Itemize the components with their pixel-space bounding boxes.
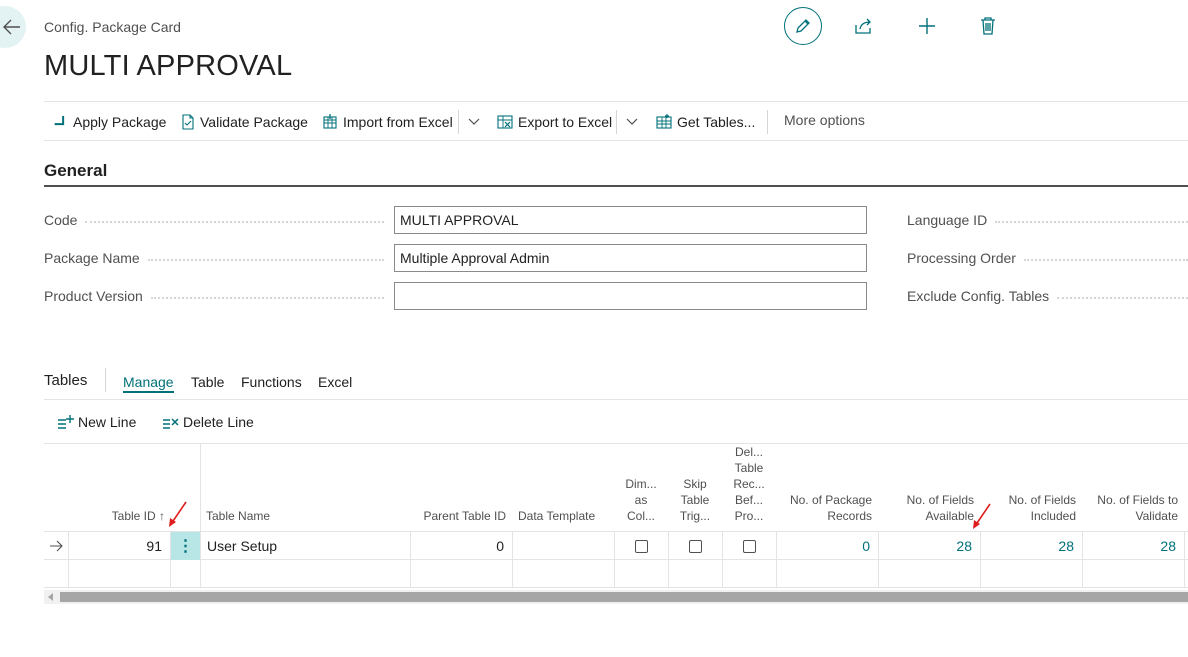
tab-table[interactable]: Table <box>191 374 224 390</box>
col-header-no-fields-included[interactable]: No. of Fields Included <box>980 444 1082 531</box>
actionbar-top-border <box>44 101 1188 102</box>
chevron-down-icon <box>626 118 638 125</box>
general-section-title[interactable]: General <box>44 161 107 181</box>
edit-button[interactable] <box>784 7 822 45</box>
trash-icon <box>981 17 995 35</box>
new-line-icon <box>58 415 74 429</box>
language-id-label: Language ID <box>907 212 1188 228</box>
separator <box>616 110 617 134</box>
skip-table-trig-checkbox[interactable] <box>688 539 702 553</box>
delete-line-icon <box>163 418 179 429</box>
import-excel-icon <box>323 114 337 129</box>
import-from-excel-button[interactable]: Import from Excel <box>322 112 453 132</box>
grid-line <box>200 444 201 588</box>
export-options-dropdown[interactable] <box>624 112 640 132</box>
col-header-del-table-rec[interactable]: Del... Table Rec... Bef... Pro... <box>722 444 776 531</box>
product-version-label: Product Version <box>44 288 384 304</box>
separator <box>458 110 459 134</box>
grid-line <box>44 587 1188 588</box>
col-header-table-id[interactable]: Table ID ↑ <box>68 444 171 531</box>
dim-as-col-cell[interactable] <box>614 532 668 560</box>
grid-line <box>1184 532 1185 588</box>
breadcrumb: Config. Package Card <box>44 19 181 35</box>
export-to-excel-label: Export to Excel <box>518 114 613 130</box>
excel-icon <box>497 115 513 129</box>
no-fields-included-cell[interactable]: 28 <box>980 532 1082 560</box>
plus-icon <box>919 18 935 34</box>
arrow-right-icon <box>50 540 63 552</box>
more-options-button[interactable]: More options <box>784 112 865 128</box>
tab-excel[interactable]: Excel <box>318 374 352 390</box>
tab-functions[interactable]: Functions <box>241 374 302 390</box>
scroll-left-button[interactable] <box>46 592 56 602</box>
col-header-table-name[interactable]: Table Name <box>200 444 410 531</box>
delete-line-label: Delete Line <box>183 414 254 430</box>
row-indicator[interactable] <box>48 539 64 553</box>
apply-package-label: Apply Package <box>73 114 167 130</box>
del-table-rec-cell[interactable] <box>722 532 776 560</box>
section-divider <box>44 185 1188 187</box>
validate-package-label: Validate Package <box>200 114 308 130</box>
col-header-no-fields-available[interactable]: No. of Fields Available <box>878 444 980 531</box>
separator <box>105 368 106 392</box>
table-name-cell[interactable]: User Setup <box>200 532 410 560</box>
row-actions-menu[interactable]: ⋮ <box>171 532 200 560</box>
exclude-config-tables-label: Exclude Config. Tables <box>907 288 1188 304</box>
tab-manage[interactable]: Manage <box>123 374 174 393</box>
data-template-cell[interactable] <box>512 532 614 560</box>
apply-package-button[interactable]: Apply Package <box>54 112 166 132</box>
code-field[interactable] <box>394 206 867 234</box>
import-from-excel-label: Import from Excel <box>343 114 453 130</box>
code-label: Code <box>44 212 384 228</box>
table-icon <box>656 114 672 129</box>
dim-as-col-checkbox[interactable] <box>634 539 648 553</box>
back-button[interactable] <box>0 6 26 48</box>
delete-line-button[interactable]: Delete Line <box>162 414 254 430</box>
actionbar-bottom-border <box>44 140 1188 141</box>
arrow-right-icon <box>54 116 65 126</box>
new-line-label: New Line <box>78 414 137 430</box>
no-fields-available-cell[interactable]: 28 <box>878 532 980 560</box>
separator <box>767 110 768 134</box>
col-header-skip-table-trig[interactable]: Skip Table Trig... <box>668 444 722 531</box>
scrollbar-thumb[interactable] <box>60 592 1188 602</box>
package-name-label: Package Name <box>44 250 384 266</box>
del-table-rec-checkbox[interactable] <box>742 539 756 553</box>
processing-order-label: Processing Order <box>907 250 1188 266</box>
col-header-parent-table-id[interactable]: Parent Table ID <box>410 444 512 531</box>
package-name-field[interactable] <box>394 244 867 272</box>
col-header-data-template[interactable]: Data Template <box>512 444 614 531</box>
part-divider <box>44 399 1188 400</box>
get-tables-label: Get Tables... <box>677 114 756 130</box>
no-fields-to-validate-cell[interactable]: 28 <box>1082 532 1184 560</box>
get-tables-button[interactable]: Get Tables... <box>656 112 755 132</box>
import-options-dropdown[interactable] <box>466 112 482 132</box>
new-button[interactable] <box>916 15 938 37</box>
page-title: MULTI APPROVAL <box>44 50 293 82</box>
caret-left-icon <box>48 593 53 601</box>
col-header-no-fields-to-validate[interactable]: No. of Fields to Validate <box>1082 444 1184 531</box>
tables-part-title[interactable]: Tables <box>44 372 87 389</box>
arrow-left-icon <box>3 19 20 35</box>
annotation-arrow <box>169 501 187 527</box>
no-package-records-cell[interactable]: 0 <box>776 532 878 560</box>
col-header-dim-as-col[interactable]: Dim... as Col... <box>614 444 668 531</box>
annotation-arrow <box>973 503 991 529</box>
delete-button[interactable] <box>977 15 999 37</box>
chevron-down-icon <box>468 118 480 125</box>
validate-package-button[interactable]: Validate Package <box>181 112 308 132</box>
share-button[interactable] <box>853 15 875 37</box>
document-check-icon <box>182 114 194 130</box>
product-version-field[interactable] <box>394 282 867 310</box>
skip-table-trig-cell[interactable] <box>668 532 722 560</box>
col-header-no-package-records[interactable]: No. of Package Records <box>776 444 878 531</box>
table-id-cell[interactable]: 91 <box>68 532 170 560</box>
parent-table-id-cell[interactable]: 0 <box>410 532 512 560</box>
export-to-excel-button[interactable]: Export to Excel <box>497 112 612 132</box>
new-line-button[interactable]: New Line <box>57 414 136 430</box>
pencil-icon <box>796 19 810 33</box>
share-icon <box>855 18 871 34</box>
